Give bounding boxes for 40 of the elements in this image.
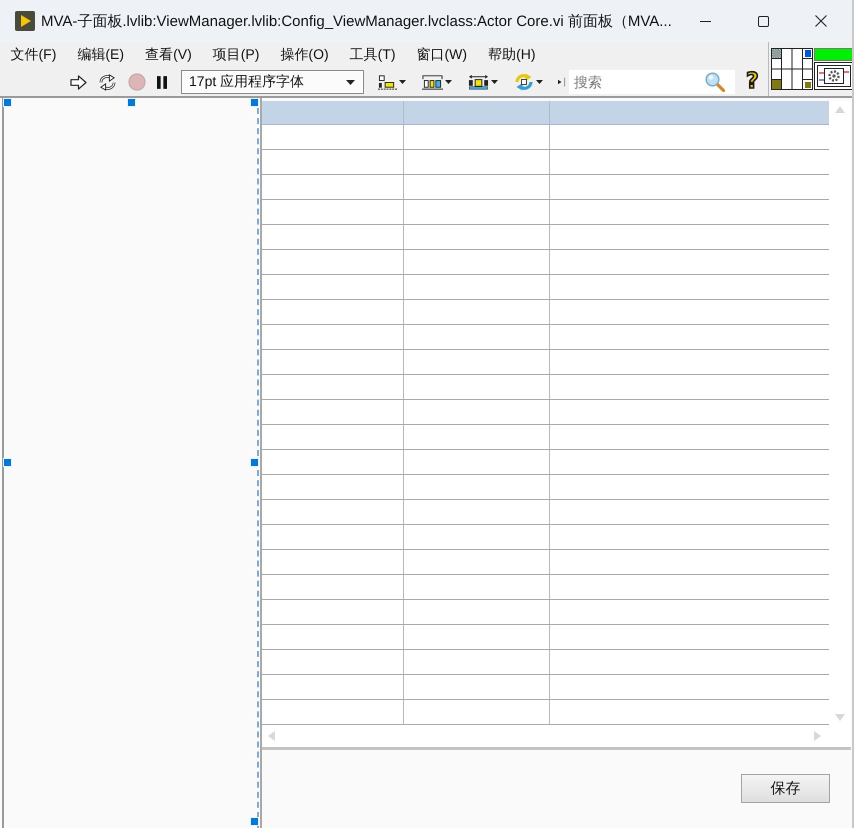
caret-icon [399, 80, 406, 84]
distribute-objects-icon [422, 74, 443, 90]
menu-item[interactable]: 帮助(H) [478, 44, 546, 66]
resize-objects-icon [468, 74, 489, 90]
gear-panel-icon[interactable] [814, 48, 852, 90]
resize-handle-icon[interactable] [250, 98, 259, 107]
align-objects-icon [378, 74, 397, 90]
menu-item[interactable]: 窗口(W) [406, 44, 478, 66]
caret-icon [445, 80, 452, 84]
font-dropdown[interactable]: 17pt 应用程序字体 [181, 70, 364, 94]
stop-circle-icon [128, 73, 146, 91]
resize-handle-icon[interactable] [3, 98, 12, 107]
search-icon[interactable] [705, 72, 725, 92]
triangle-tile-icon [15, 11, 35, 31]
menu-item[interactable]: 查看(V) [134, 44, 202, 66]
arrow-bar-icon[interactable] [558, 77, 566, 87]
caret-icon [491, 80, 498, 84]
menu-item[interactable]: 文件(F) [0, 44, 67, 66]
minimize-icon [700, 20, 710, 22]
help-button[interactable]: ? [743, 70, 762, 94]
menu-item[interactable]: 工具(T) [339, 44, 406, 66]
caret-icon [536, 80, 543, 84]
loop-arrows-icon [98, 74, 117, 90]
pause-icon [157, 76, 167, 88]
maximize-icon [758, 16, 768, 26]
resize-handle-icon[interactable] [250, 458, 259, 467]
connector-pane-icon[interactable] [771, 48, 813, 90]
right-arrow-icon [70, 74, 87, 90]
caret-icon [346, 80, 355, 84]
menu-item[interactable]: 编辑(E) [66, 44, 135, 66]
resize-handle-icon[interactable] [250, 817, 259, 826]
reorder-arrows-icon [514, 73, 534, 91]
close-icon [815, 15, 827, 27]
menu-item[interactable]: 项目(P) [202, 44, 270, 66]
resize-handle-icon[interactable] [3, 458, 12, 467]
save-button[interactable]: 保存 [741, 774, 830, 803]
resize-handle-icon[interactable] [126, 98, 136, 107]
search-field[interactable]: 搜索 [569, 70, 735, 94]
menu-item[interactable]: 操作(O) [270, 44, 340, 66]
window-title: MVA-子面板.lvlib:ViewManager.lvlib:Config_ViewManager.lvclass:Actor Core.vi 前面板（MVA... [41, 12, 672, 30]
